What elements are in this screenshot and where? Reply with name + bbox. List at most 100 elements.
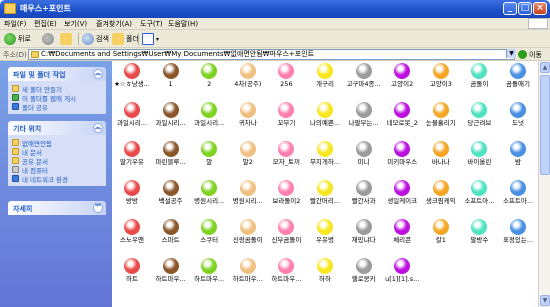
file-item[interactable]: 빨간사과 <box>345 180 383 214</box>
folders-button[interactable]: 폴더 <box>112 32 139 46</box>
file-item[interactable]: 보라돌이2 <box>267 180 305 214</box>
up-folder-button[interactable] <box>60 32 74 46</box>
file-item[interactable]: 하하 <box>306 258 344 292</box>
file-item[interactable]: 소프트아... <box>460 180 498 214</box>
file-item[interactable]: 곰돌애기 <box>499 63 537 97</box>
other-places-header[interactable]: 기타 위치 ︽ <box>8 121 106 135</box>
file-item[interactable]: 표정있는... <box>499 219 537 253</box>
menu-file[interactable]: 파일(F) <box>4 19 26 29</box>
file-item[interactable]: 스쿠터 <box>190 219 228 253</box>
menu-help[interactable]: 도움말(H) <box>168 19 198 29</box>
file-item[interactable]: 4차(공주) <box>229 63 267 97</box>
file-item[interactable]: 병원시리... <box>190 180 228 214</box>
share-folder-link[interactable]: 폴더 공유 <box>12 102 102 112</box>
file-item[interactable]: 스마트 <box>152 219 190 253</box>
file-item[interactable]: 칼1 <box>422 219 460 253</box>
file-item[interactable]: 미니 <box>345 141 383 175</box>
file-item[interactable]: 나의예쁜... <box>306 102 344 136</box>
file-item[interactable]: ★☆ㅎ낭생... <box>113 63 151 97</box>
go-button[interactable]: 이동 <box>518 49 548 60</box>
search-button[interactable]: 검색 <box>82 32 109 46</box>
toolbar: 뒤로 검색 폴더 ▾ <box>0 30 550 48</box>
menu-view[interactable]: 보기(V) <box>64 19 87 29</box>
file-item[interactable]: 개구리 <box>306 63 344 97</box>
file-item[interactable]: 생일케이크 <box>383 180 421 214</box>
file-item[interactable]: 꼬부기 <box>267 102 305 136</box>
file-item[interactable]: 신부곰돌이 <box>267 219 305 253</box>
file-item[interactable]: 말 <box>190 141 228 175</box>
file-item[interactable]: 소프트아... <box>499 180 537 214</box>
file-item[interactable]: 방방 <box>113 180 151 214</box>
file-item[interactable]: 빨간머리... <box>306 180 344 214</box>
address-field[interactable]: C:₩Documents and Settings₩User₩My Docume… <box>28 49 515 60</box>
file-item[interactable]: 256 <box>267 63 305 97</box>
file-item[interactable]: 도넛 <box>499 102 537 136</box>
file-item[interactable]: 무지개하... <box>306 141 344 175</box>
place-link[interactable]: 내 네트워크 환경 <box>12 174 102 184</box>
file-item[interactable]: 바나나 <box>422 141 460 175</box>
menu-tools[interactable]: 도구(T) <box>140 19 163 29</box>
expand-icon[interactable]: ︾ <box>93 203 103 213</box>
file-item[interactable]: 모자_토끼 <box>267 141 305 175</box>
file-item[interactable]: 눈물흘리기 <box>422 102 460 136</box>
file-item[interactable]: 신랑곰돌이 <box>229 219 267 253</box>
scroll-down-button[interactable]: ▼ <box>540 295 550 306</box>
collapse-icon[interactable]: ︽ <box>93 123 103 133</box>
maximize-button[interactable]: □ <box>518 2 532 15</box>
menu-edit[interactable]: 편집(E) <box>34 19 57 29</box>
back-button[interactable]: 뒤로 <box>4 32 31 46</box>
file-item[interactable]: 과일시리... <box>152 102 190 136</box>
file-item[interactable]: 2 <box>190 63 228 97</box>
address-dropdown-button[interactable]: ▼ <box>506 49 516 58</box>
file-item[interactable]: 과일시리... <box>190 102 228 136</box>
file-item[interactable]: 하트마우... <box>229 258 267 292</box>
file-item[interactable]: 생크림케익 <box>422 180 460 214</box>
file-item-label: 재밌냐다 <box>351 236 376 244</box>
cursor-file-icon <box>124 102 140 118</box>
file-item[interactable]: 네모로봇_2 <box>383 102 421 136</box>
file-list-area[interactable]: ★☆ㅎ낭생... 1 2 4차(공주) 256 개구리 고구마4종... 고양이2 고양이3 곰돌… <box>112 61 538 307</box>
file-item[interactable]: 고양이3 <box>422 63 460 97</box>
minimize-button[interactable]: _ <box>503 2 517 15</box>
close-button[interactable]: × <box>533 2 547 15</box>
file-item[interactable]: 1 <box>152 63 190 97</box>
file-item[interactable]: 하트마우... <box>267 258 305 292</box>
file-item[interactable]: 곰돌이 <box>460 63 498 97</box>
file-item[interactable]: 밤 <box>499 141 537 175</box>
file-item[interactable]: 팔방수 <box>460 219 498 253</box>
file-item[interactable]: 고양이2 <box>383 63 421 97</box>
file-item[interactable]: 헬로몽키 <box>345 258 383 292</box>
file-item-label: 밤 <box>515 158 521 166</box>
windows-logo-icon <box>528 18 548 29</box>
file-item[interactable]: 하트 <box>113 258 151 292</box>
file-item[interactable]: 하트마우... <box>190 258 228 292</box>
views-button[interactable]: ▾ <box>142 32 159 46</box>
file-item[interactable]: 고구마4종... <box>345 63 383 97</box>
file-item[interactable]: 스노우맨 <box>113 219 151 253</box>
file-item[interactable]: 백설공주 <box>152 180 190 214</box>
file-item[interactable]: 말2 <box>229 141 267 175</box>
collapse-icon[interactable]: ︽ <box>93 69 103 79</box>
file-item-label: 생크림케익 <box>425 197 456 205</box>
file-item[interactable]: 병원시리... <box>229 180 267 214</box>
file-item[interactable]: 우유병 <box>306 219 344 253</box>
menu-favorites[interactable]: 즐겨찾기(A) <box>96 19 132 29</box>
file-item[interactable]: 바이올린 <box>460 141 498 175</box>
file-item[interactable]: 귀차나 <box>229 102 267 136</box>
file-item[interactable]: 하트마우... <box>152 258 190 292</box>
file-item[interactable]: 딸기우유 <box>113 141 151 175</box>
file-item[interactable]: 나팔부는... <box>345 102 383 136</box>
file-item[interactable]: u[1][1].s... <box>383 258 421 292</box>
forward-button[interactable] <box>42 32 56 46</box>
file-item[interactable]: 미키마우스 <box>383 141 421 175</box>
scroll-thumb[interactable] <box>540 75 550 175</box>
vertical-scrollbar[interactable]: ▲ ▼ <box>538 61 550 307</box>
details-header[interactable]: 자세히 ︾ <box>8 201 106 215</box>
scroll-up-button[interactable]: ▲ <box>540 62 550 73</box>
file-folder-tasks-header[interactable]: 파일 및 폴더 작업 ︽ <box>8 67 106 81</box>
file-item[interactable]: 재밌냐다 <box>345 219 383 253</box>
file-item[interactable]: 당근려브 <box>460 102 498 136</box>
file-item[interactable]: 마린블루... <box>152 141 190 175</box>
file-item[interactable]: 체리콘 <box>383 219 421 253</box>
file-item[interactable]: 과일시리... <box>113 102 151 136</box>
